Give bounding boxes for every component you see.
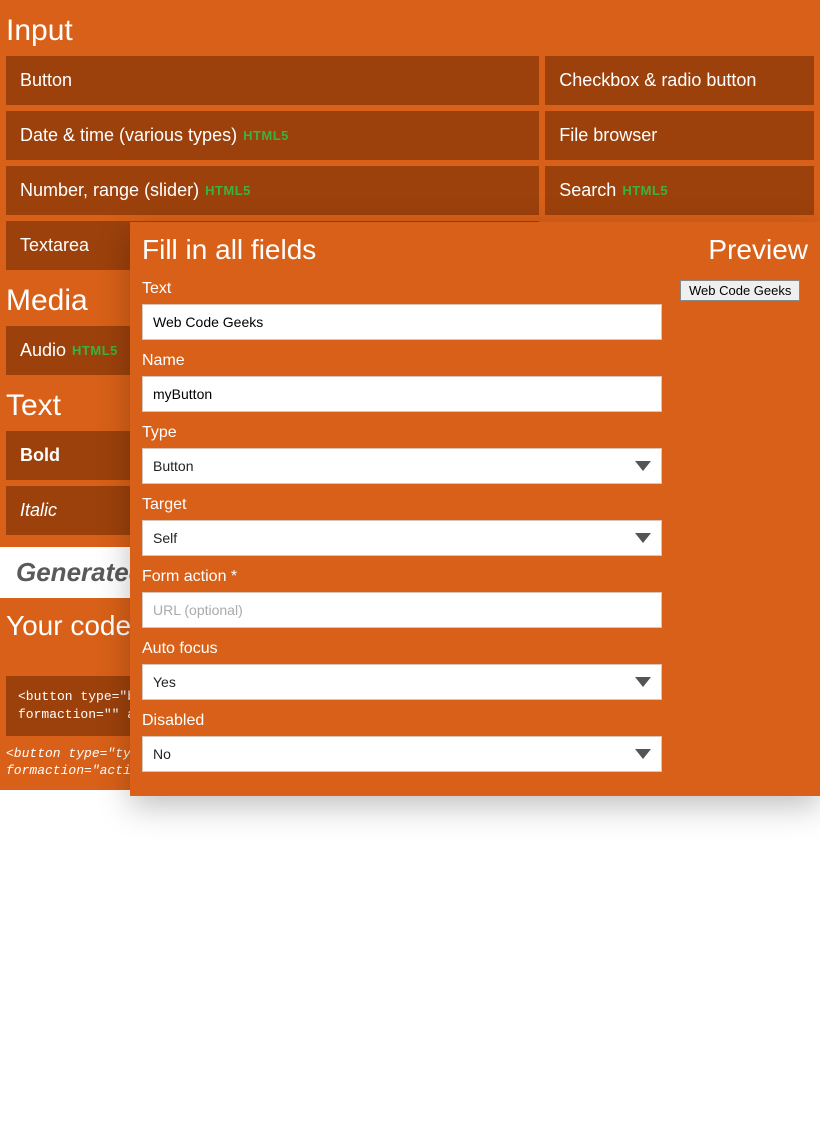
list-item-button[interactable]: Button (6, 56, 539, 105)
modal-title: Fill in all fields (142, 234, 316, 266)
preview-button[interactable]: Web Code Geeks (680, 280, 800, 301)
text-input[interactable] (142, 304, 662, 340)
select-value: Button (153, 458, 193, 474)
list-item-label: File browser (559, 125, 657, 146)
list-item-search[interactable]: Search HTML5 (545, 166, 814, 215)
target-label: Target (142, 496, 662, 514)
type-label: Type (142, 424, 662, 442)
type-select[interactable]: Button (142, 448, 662, 484)
autofocus-select[interactable]: Yes (142, 664, 662, 700)
disabled-select[interactable]: No (142, 736, 662, 772)
chevron-down-icon (635, 749, 651, 759)
list-item-label: Search (559, 180, 616, 201)
list-item-checkbox-radio[interactable]: Checkbox & radio button (545, 56, 814, 105)
html5-badge-icon: HTML5 (72, 343, 118, 358)
target-select[interactable]: Self (142, 520, 662, 556)
formaction-input[interactable] (142, 592, 662, 628)
section-heading-input: Input (6, 6, 814, 56)
fill-fields-modal: Fill in all fields Preview Text Name Typ… (130, 222, 820, 796)
select-value: Yes (153, 674, 176, 690)
name-input[interactable] (142, 376, 662, 412)
chevron-down-icon (635, 533, 651, 543)
list-item-label: Bold (20, 445, 60, 466)
list-item-label: Audio (20, 340, 66, 361)
list-item-label: Checkbox & radio button (559, 70, 756, 91)
chevron-down-icon (635, 677, 651, 687)
html5-badge-icon: HTML5 (243, 128, 289, 143)
formaction-label: Form action * (142, 568, 662, 586)
html5-badge-icon: HTML5 (205, 183, 251, 198)
list-item-number-range[interactable]: Number, range (slider) HTML5 (6, 166, 539, 215)
list-item-label: Number, range (slider) (20, 180, 199, 201)
text-label: Text (142, 280, 662, 298)
html5-badge-icon: HTML5 (622, 183, 668, 198)
list-item-label: Button (20, 70, 72, 91)
name-label: Name (142, 352, 662, 370)
list-item-label: Italic (20, 500, 57, 521)
list-item-label: Date & time (various types) (20, 125, 237, 146)
list-item-label: Textarea (20, 235, 89, 256)
select-value: Self (153, 530, 177, 546)
list-item-datetime[interactable]: Date & time (various types) HTML5 (6, 111, 539, 160)
disabled-label: Disabled (142, 712, 662, 730)
preview-heading: Preview (708, 234, 808, 266)
chevron-down-icon (635, 461, 651, 471)
autofocus-label: Auto focus (142, 640, 662, 658)
list-item-file-browser[interactable]: File browser (545, 111, 814, 160)
select-value: No (153, 746, 171, 762)
